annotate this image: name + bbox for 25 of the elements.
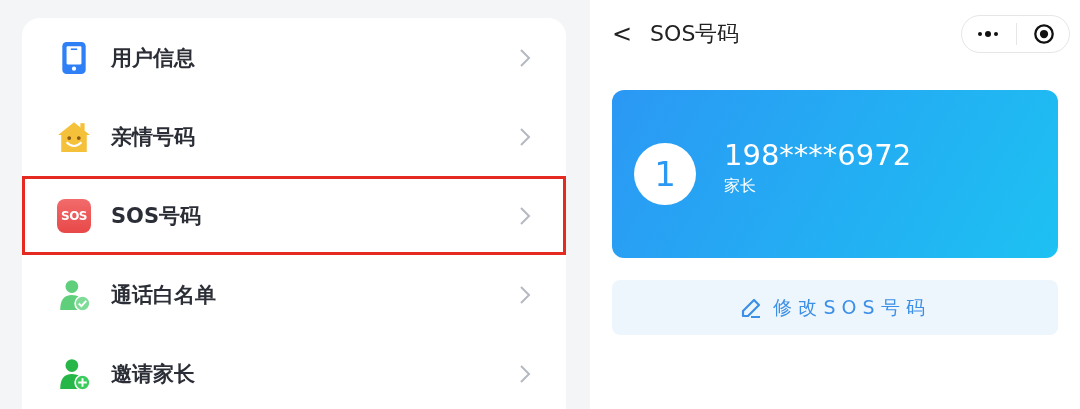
menu-item-label: 邀请家长 (111, 360, 196, 388)
person-check-icon (57, 277, 91, 312)
menu-item[interactable]: 亲情号码 (22, 97, 566, 176)
menu-item-label: 用户信息 (111, 44, 196, 72)
menu-item[interactable]: SOS SOS号码 (22, 176, 566, 255)
back-button[interactable]: < (612, 20, 633, 48)
chevron-right-icon (519, 47, 531, 68)
menu-item[interactable]: 邀请家长 (22, 334, 566, 409)
menu-item-label: 通话白名单 (111, 281, 217, 309)
person-add-icon (57, 356, 91, 391)
more-icon[interactable] (976, 30, 1000, 38)
menu-item-label: 亲情号码 (111, 123, 196, 151)
menu-item-label: SOS号码 (111, 202, 203, 230)
sos-icon: SOS (57, 198, 91, 233)
chevron-right-icon (519, 284, 531, 305)
chevron-right-icon (519, 363, 531, 384)
chevron-right-icon (519, 126, 531, 147)
contact-relation: 家长 (724, 175, 757, 197)
menu-item[interactable]: 用户信息 (22, 18, 566, 97)
page-title: SOS号码 (650, 20, 741, 48)
menu-item[interactable]: 通话白名单 (22, 255, 566, 334)
index-badge: 1 (634, 143, 696, 205)
phone-number: 198****6972 (724, 137, 912, 172)
target-icon[interactable] (1033, 23, 1055, 45)
chevron-right-icon (519, 205, 531, 226)
